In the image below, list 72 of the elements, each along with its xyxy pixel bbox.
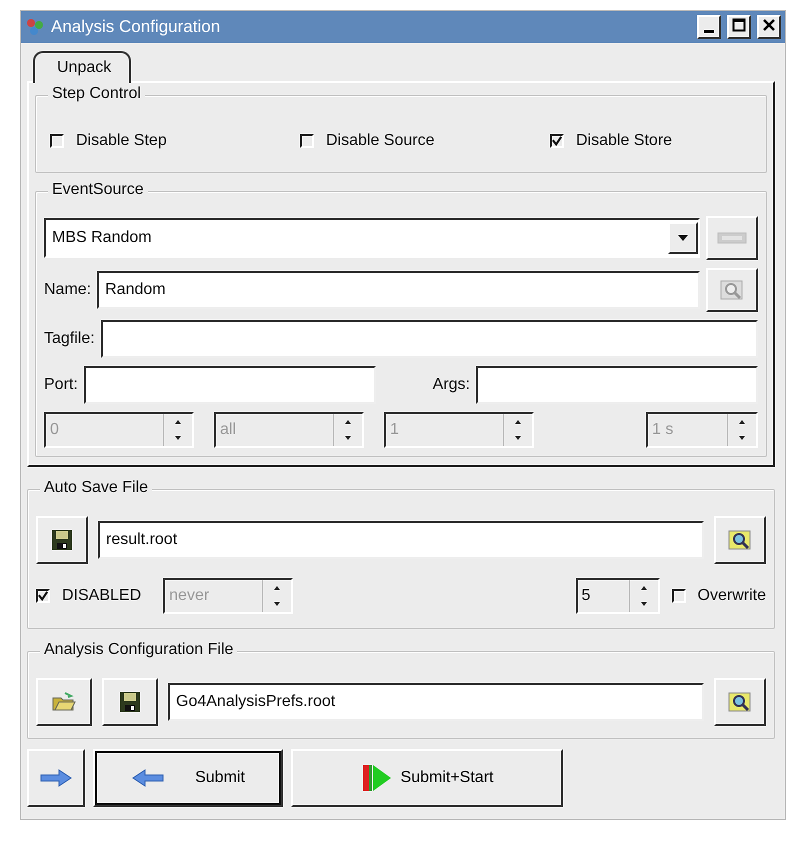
source-dropdown[interactable]: MBS Random xyxy=(44,218,700,258)
up-arrow-icon xyxy=(174,419,182,425)
checkbox-label: DISABLED xyxy=(62,587,142,605)
folder-search-icon xyxy=(727,690,753,714)
spin-value: never xyxy=(168,587,210,605)
file-field[interactable]: Go4AnalysisPrefs.root xyxy=(168,683,704,721)
check-icon xyxy=(38,590,48,602)
search-icon xyxy=(719,278,745,302)
window-title: Analysis Configuration xyxy=(51,17,222,37)
up-arrow-icon xyxy=(738,419,746,425)
left-arrow-icon xyxy=(131,768,166,788)
check-icon xyxy=(552,135,562,147)
save-button[interactable] xyxy=(36,516,88,564)
spin-value: all xyxy=(219,421,238,439)
caret-icon xyxy=(678,235,688,241)
field-label: Port: xyxy=(44,376,78,394)
browse-button[interactable] xyxy=(706,268,758,312)
file-field[interactable]: result.root xyxy=(98,521,704,559)
down-arrow-icon xyxy=(273,601,282,607)
field-label: Name: xyxy=(44,281,92,299)
name-field[interactable]: Random xyxy=(97,271,700,309)
checkbox[interactable] xyxy=(50,134,64,148)
group-title: Step Control xyxy=(48,85,145,103)
start-icon xyxy=(360,763,393,793)
open-button[interactable] xyxy=(36,678,92,726)
submit-start-button[interactable]: Submit+Start xyxy=(291,749,563,807)
group-title: Analysis Configuration File xyxy=(40,641,238,659)
close-icon xyxy=(762,18,776,32)
checkbox[interactable] xyxy=(300,134,314,148)
maximize-icon xyxy=(732,18,746,32)
down-arrow-icon xyxy=(344,435,352,441)
up-arrow-icon xyxy=(514,419,522,425)
checkbox[interactable] xyxy=(36,589,50,603)
field-label: Tagfile: xyxy=(44,330,95,348)
device-icon xyxy=(717,230,747,246)
field-label: Args: xyxy=(432,376,470,394)
args-field[interactable] xyxy=(476,366,758,404)
checkbox[interactable] xyxy=(550,134,564,148)
spin-value: 0 xyxy=(49,421,60,439)
spin-value: 1 xyxy=(389,421,400,439)
up-arrow-icon xyxy=(640,585,648,591)
device-button[interactable] xyxy=(706,216,758,260)
save-button[interactable] xyxy=(102,678,158,726)
folder-search-icon xyxy=(727,528,753,552)
down-arrow-icon xyxy=(738,435,746,441)
up-arrow-icon xyxy=(273,585,282,591)
checkbox-label: Overwrite xyxy=(698,587,766,605)
close-button[interactable] xyxy=(757,15,781,39)
right-arrow-icon xyxy=(39,768,73,788)
up-arrow-icon xyxy=(344,419,352,425)
down-arrow-icon xyxy=(640,601,648,607)
tagfile-field[interactable] xyxy=(100,320,758,358)
app-icon xyxy=(25,17,45,37)
down-arrow-icon xyxy=(174,435,182,441)
spin-value: 5 xyxy=(580,587,592,605)
maximize-button[interactable] xyxy=(727,15,751,39)
checkbox-label: Disable Step xyxy=(76,132,167,150)
spin-value: 1 s xyxy=(651,421,674,439)
forward-button[interactable] xyxy=(27,749,85,807)
minimize-icon xyxy=(704,30,714,33)
checkbox-label: Disable Source xyxy=(326,132,434,150)
browse-button[interactable] xyxy=(714,678,766,726)
checkbox[interactable] xyxy=(672,589,686,603)
minimize-button[interactable] xyxy=(697,15,721,39)
browse-button[interactable] xyxy=(714,516,766,564)
down-arrow-icon xyxy=(514,435,522,441)
submit-button[interactable]: Submit xyxy=(93,749,283,807)
spin-box[interactable]: 5 xyxy=(576,578,660,614)
checkbox-label: Disable Store xyxy=(576,132,672,150)
tab[interactable]: Unpack xyxy=(33,51,132,83)
dropdown-value: MBS Random xyxy=(52,229,153,247)
port-field[interactable] xyxy=(84,366,376,404)
